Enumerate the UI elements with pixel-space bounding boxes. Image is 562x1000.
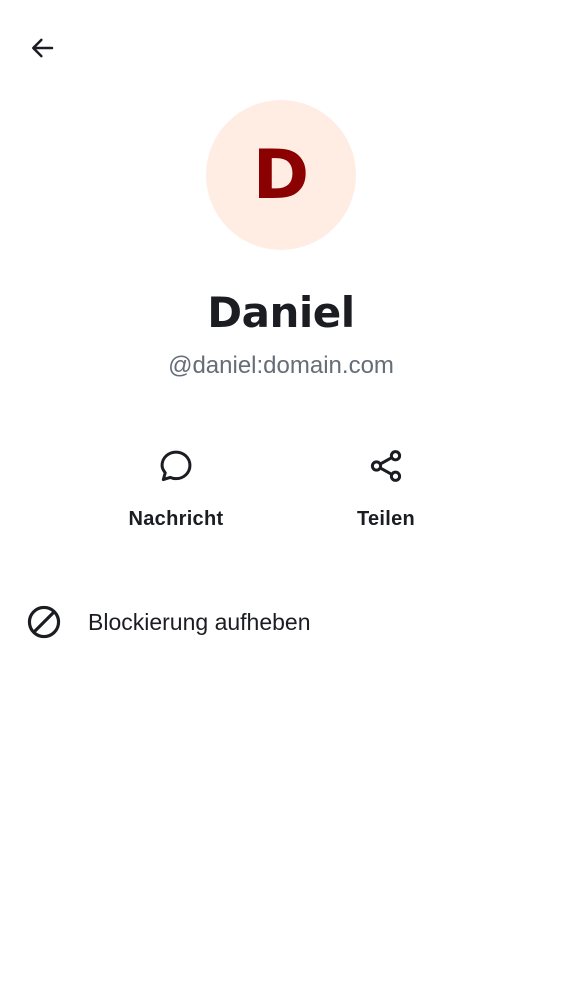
share-label: Teilen	[356, 508, 416, 530]
share-button[interactable]: Teilen	[306, 440, 466, 531]
user-profile-screen: D Daniel @daniel:domain.com Nachricht Te…	[0, 0, 562, 1000]
unblock-user-item[interactable]: Blockierung aufheben	[0, 594, 562, 650]
unblock-label: Blockierung aufheben	[88, 608, 311, 635]
arrow-left-icon	[27, 33, 57, 68]
display-name: Daniel	[207, 288, 355, 337]
avatar-initial: D	[252, 136, 310, 215]
block-icon	[24, 602, 64, 642]
user-id: @daniel:domain.com	[168, 352, 394, 379]
chat-bubble-icon	[150, 440, 202, 492]
back-button[interactable]	[18, 26, 66, 74]
share-icon	[360, 440, 412, 492]
message-button[interactable]: Nachricht	[96, 440, 256, 531]
message-label: Nachricht	[128, 508, 224, 530]
avatar[interactable]: D	[206, 100, 356, 250]
